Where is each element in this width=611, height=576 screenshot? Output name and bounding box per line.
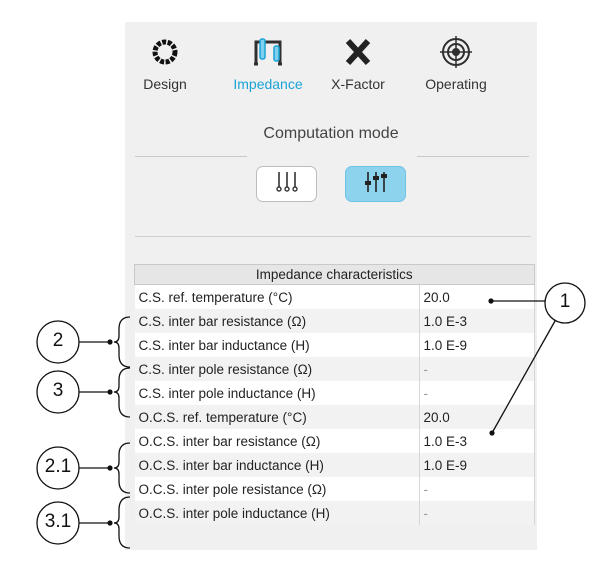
callout-brace-3-1: [113, 496, 131, 549]
callout-dot-1b: [489, 430, 495, 436]
callout-dot-3: [107, 389, 113, 395]
callout-annotations: [36, 282, 586, 549]
callout-label-3-1: 3.1: [44, 511, 72, 532]
callout-label-3: 3: [52, 380, 64, 401]
callout-dot-3-1: [107, 520, 113, 526]
callout-dot-2-1: [107, 465, 113, 471]
callout-label-2-1: 2.1: [44, 456, 72, 477]
callout-dot-1a: [488, 298, 494, 304]
callout-brace-3: [113, 367, 131, 418]
callout-leader-1b: [491, 320, 556, 434]
callout-dot-2: [107, 339, 113, 345]
callout-label-2: 2: [52, 330, 64, 351]
callout-brace-2-1: [113, 442, 131, 494]
callout-label-1: 1: [559, 291, 571, 312]
callout-brace-2: [113, 316, 131, 368]
